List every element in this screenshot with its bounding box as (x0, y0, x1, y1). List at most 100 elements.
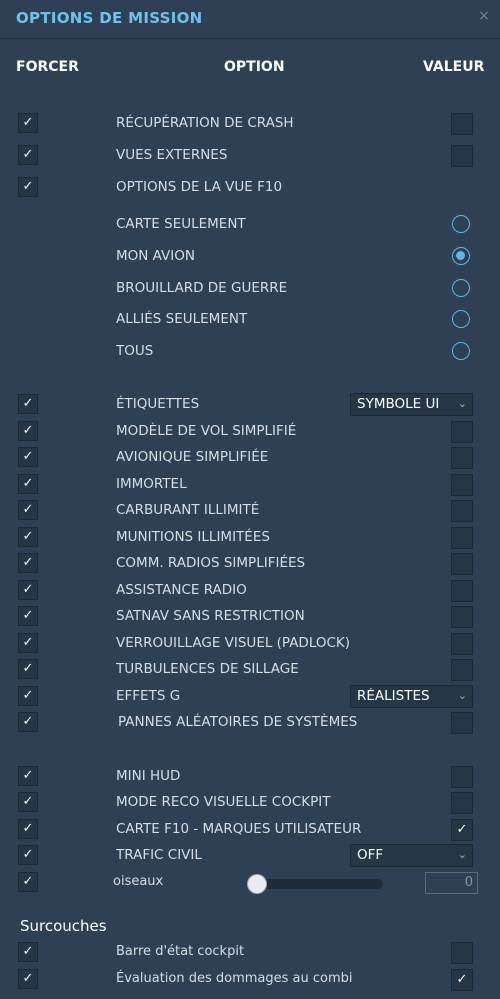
row-unrestricted-satnav: ✓ SATNAV SANS RESTRICTION (0, 606, 500, 628)
force-checkbox-g-effects[interactable]: ✓ (18, 686, 38, 706)
row-immortal: ✓ IMMORTEL (0, 474, 500, 496)
option-label-birds: oiseaux (113, 874, 164, 889)
civil-traffic-dropdown-value: OFF (357, 847, 384, 863)
birds-slider-handle[interactable] (247, 874, 267, 894)
header-value: VALEUR (423, 59, 485, 75)
force-checkbox-mini-hud[interactable]: ✓ (18, 766, 38, 786)
force-checkbox-labels[interactable]: ✓ (18, 394, 38, 414)
option-label-labels: ÉTIQUETTES (116, 396, 200, 412)
force-checkbox-padlock[interactable]: ✓ (18, 633, 38, 653)
force-checkbox-damage-assessment[interactable]: ✓ (18, 969, 38, 989)
chevron-down-icon: ⌄ (457, 397, 467, 410)
option-label-external-views: VUES EXTERNES (116, 147, 228, 163)
value-checkbox-mini-hud[interactable] (451, 766, 473, 788)
row-cockpit-recon: ✓ MODE RECO VISUELLE COCKPIT (0, 792, 500, 814)
f10-option-map-only: CARTE SEULEMENT (0, 214, 500, 236)
option-label-civil-traffic: TRAFIC CIVIL (116, 847, 202, 863)
force-checkbox-wake-turbulence[interactable]: ✓ (18, 659, 38, 679)
value-checkbox-easy-comms[interactable] (451, 553, 473, 575)
force-checkbox-radio-assist[interactable]: ✓ (18, 580, 38, 600)
value-checkbox-unlimited-weapons[interactable] (451, 527, 473, 549)
header-force: FORCER (16, 59, 79, 75)
value-checkbox-random-failures[interactable] (451, 712, 473, 734)
value-checkbox-padlock[interactable] (451, 633, 473, 655)
option-label-mini-hud: MINI HUD (116, 768, 181, 784)
force-checkbox-civil-traffic[interactable]: ✓ (18, 845, 38, 865)
row-unlimited-fuel: ✓ CARBURANT ILLIMITÉ (0, 500, 500, 522)
row-radio-assist: ✓ ASSISTANCE RADIO (0, 580, 500, 602)
value-checkbox-immortal[interactable] (451, 474, 473, 496)
value-checkbox-cockpit-recon[interactable] (451, 792, 473, 814)
option-label-g-effects: EFFETS G (116, 688, 181, 704)
option-label-unlimited-fuel: CARBURANT ILLIMITÉ (116, 502, 260, 518)
radio-fog-of-war[interactable] (452, 279, 470, 297)
force-checkbox-unlimited-fuel[interactable]: ✓ (18, 500, 38, 520)
value-checkbox-damage-assessment[interactable]: ✓ (451, 969, 473, 991)
f10-option-my-aircraft: MON AVION (0, 246, 500, 268)
value-checkbox-simplified-flight[interactable] (451, 421, 473, 443)
labels-dropdown-value: SYMBOLE UI (357, 396, 440, 412)
option-label-simplified-avionics: AVIONIQUE SIMPLIFIÉE (116, 449, 269, 465)
f10-option-allies-only: ALLIÉS SEULEMENT (0, 309, 500, 331)
value-checkbox-external-views[interactable] (451, 145, 473, 167)
row-damage-assessment: ✓ Évaluation des dommages au combi ✓ (0, 969, 500, 991)
row-civil-traffic: ✓ TRAFIC CIVIL OFF ⌄ (0, 844, 500, 867)
birds-slider-track[interactable] (248, 879, 383, 889)
option-label-f10-view: OPTIONS DE LA VUE F10 (116, 179, 283, 195)
force-checkbox-f10-view[interactable]: ✓ (18, 177, 38, 197)
radio-allies-only[interactable] (452, 310, 470, 328)
row-simplified-avionics: ✓ AVIONIQUE SIMPLIFIÉE (0, 447, 500, 469)
row-birds: ✓ oiseaux 0 (0, 872, 500, 894)
option-label-unrestricted-satnav: SATNAV SANS RESTRICTION (116, 608, 305, 624)
force-checkbox-simplified-avionics[interactable]: ✓ (18, 447, 38, 467)
header-option: OPTION (224, 59, 285, 75)
f10-option-label: MON AVION (116, 248, 195, 264)
g-effects-dropdown[interactable]: RÉALISTES ⌄ (350, 685, 473, 708)
radio-map-only[interactable] (452, 215, 470, 233)
option-label-random-failures: PANNES ALÉATOIRES DE SYSTÈMES (118, 714, 358, 730)
option-label-simplified-flight: MODÈLE DE VOL SIMPLIFIÉ (116, 423, 297, 439)
value-checkbox-unlimited-fuel[interactable] (451, 500, 473, 522)
f10-option-label: ALLIÉS SEULEMENT (116, 311, 248, 327)
row-simplified-flight: ✓ MODÈLE DE VOL SIMPLIFIÉ (0, 421, 500, 443)
force-checkbox-cockpit-status-bar[interactable]: ✓ (18, 942, 38, 962)
value-checkbox-simplified-avionics[interactable] (451, 447, 473, 469)
value-checkbox-unrestricted-satnav[interactable] (451, 606, 473, 628)
labels-dropdown[interactable]: SYMBOLE UI ⌄ (350, 393, 473, 416)
radio-all[interactable] (452, 342, 470, 360)
row-labels: ✓ ÉTIQUETTES SYMBOLE UI ⌄ (0, 393, 500, 416)
force-checkbox-unrestricted-satnav[interactable]: ✓ (18, 606, 38, 626)
civil-traffic-dropdown[interactable]: OFF ⌄ (350, 844, 473, 867)
force-checkbox-random-failures[interactable]: ✓ (18, 712, 38, 732)
option-label-immortal: IMMORTEL (116, 476, 187, 492)
radio-my-aircraft[interactable] (452, 247, 470, 265)
value-checkbox-f10-user-marks[interactable]: ✓ (451, 819, 473, 841)
section-title-overlays: Surcouches (20, 917, 107, 935)
force-checkbox-simplified-flight[interactable]: ✓ (18, 421, 38, 441)
option-label-wake-turbulence: TURBULENCES DE SILLAGE (116, 661, 299, 677)
row-cockpit-status-bar: ✓ Barre d'état cockpit (0, 942, 500, 964)
value-checkbox-radio-assist[interactable] (451, 580, 473, 602)
force-checkbox-unlimited-weapons[interactable]: ✓ (18, 527, 38, 547)
row-mini-hud: ✓ MINI HUD (0, 766, 500, 788)
f10-option-fog-of-war: BROUILLARD DE GUERRE (0, 278, 500, 300)
force-checkbox-external-views[interactable]: ✓ (18, 145, 38, 165)
option-label-crash-recovery: RÉCUPÉRATION DE CRASH (116, 115, 294, 131)
force-checkbox-f10-user-marks[interactable]: ✓ (18, 819, 38, 839)
row-padlock: ✓ VERROUILLAGE VISUEL (PADLOCK) (0, 633, 500, 655)
value-checkbox-wake-turbulence[interactable] (451, 659, 473, 681)
option-label-easy-comms: COMM. RADIOS SIMPLIFIÉES (116, 555, 306, 571)
f10-option-label: TOUS (116, 343, 154, 359)
force-checkbox-birds[interactable]: ✓ (18, 872, 38, 892)
value-checkbox-cockpit-status-bar[interactable] (451, 942, 473, 964)
force-checkbox-crash-recovery[interactable]: ✓ (18, 113, 38, 133)
value-checkbox-crash-recovery[interactable] (451, 113, 473, 135)
close-icon[interactable]: × (476, 8, 492, 24)
force-checkbox-easy-comms[interactable]: ✓ (18, 553, 38, 573)
force-checkbox-immortal[interactable]: ✓ (18, 474, 38, 494)
option-label-damage-assessment: Évaluation des dommages au combi (116, 971, 353, 986)
force-checkbox-cockpit-recon[interactable]: ✓ (18, 792, 38, 812)
option-label-radio-assist: ASSISTANCE RADIO (116, 582, 247, 598)
f10-option-label: BROUILLARD DE GUERRE (116, 280, 288, 296)
birds-value-field[interactable]: 0 (425, 872, 478, 894)
